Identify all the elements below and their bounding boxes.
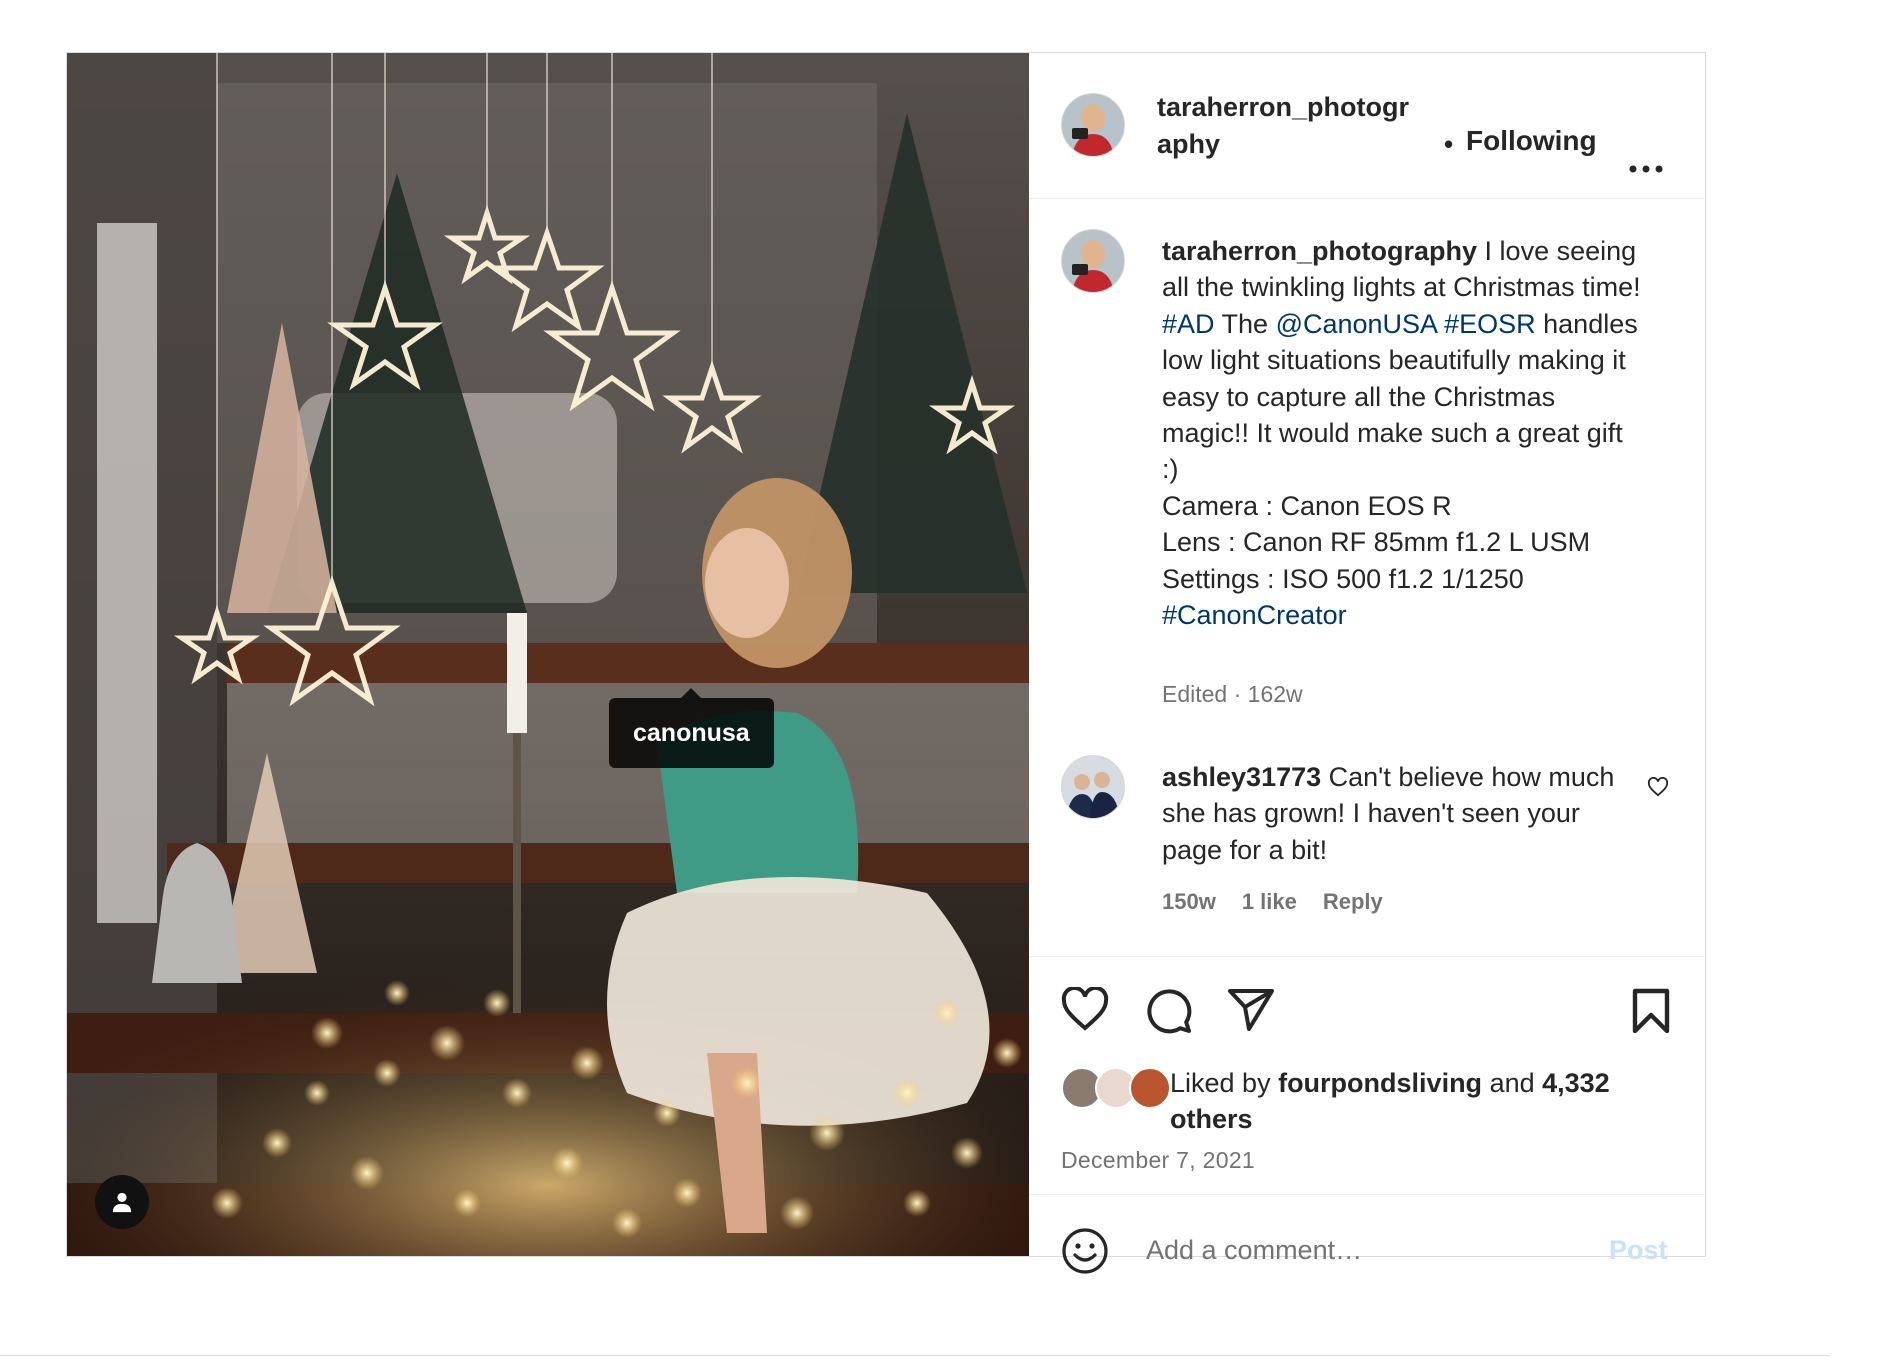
emoji-icon[interactable] [1061,1227,1109,1275]
save-bookmark-icon[interactable] [1631,987,1671,1035]
liker-avatar [1129,1067,1171,1109]
caption-text-3 [1437,309,1445,339]
caption-meta: Edited · 162w [1162,681,1303,707]
photo-scene [67,53,1029,1256]
caption-avatar-image [1062,230,1124,292]
comment-icon[interactable] [1145,987,1193,1035]
mention-canonusa[interactable]: @CanonUSA [1276,309,1437,339]
comment-meta: 150w 1 like Reply [1162,889,1409,915]
post-photo[interactable]: canonusa [67,53,1029,1256]
post-date[interactable]: December 7, 2021 [1061,1147,1255,1174]
hashtag-canoncreator[interactable]: #CanonCreator [1162,600,1347,630]
post-card: canonusa taraherron_photogr aphy • Follo… [66,52,1706,1275]
caption-username[interactable]: taraherron_photography [1162,236,1477,266]
commenter-avatar[interactable] [1061,755,1125,819]
post-comment-button[interactable]: Post [1609,1235,1668,1266]
post-header: taraherron_photogr aphy • Following [1029,53,1704,199]
hashtag-ad[interactable]: #AD [1162,309,1215,339]
comments-section[interactable]: taraherron_photography I love seeing all… [1029,199,1704,956]
liked-by-user[interactable]: fourpondsliving [1278,1068,1482,1098]
caption-lens: Lens : Canon RF 85mm f1.2 L USM [1162,527,1591,558]
author-avatar[interactable] [1061,93,1125,157]
post-side-panel: taraherron_photogr aphy • Following tara… [1029,53,1704,1275]
comment-text: ashley31773 Can't believe how much she h… [1162,759,1622,868]
caption-text-2: The [1214,308,1276,339]
caption-settings: Settings : ISO 500 f1.2 1/1250 [1162,563,1524,594]
author-username[interactable]: taraherron_photogr aphy [1157,89,1427,163]
caption-camera: Camera : Canon EOS R [1162,490,1452,521]
post-caption: taraherron_photography I love seeing all… [1162,233,1642,633]
post-actions: Liked by fourpondsliving and 4,332 other… [1029,956,1704,1197]
author-username-line2: aphy [1157,129,1221,159]
person-icon [112,1192,132,1213]
following-button[interactable]: Following [1466,125,1597,157]
comment-likes[interactable]: 1 like [1242,889,1297,914]
author-username-line1: taraherron_photogr [1157,92,1410,122]
comment-reply-button[interactable]: Reply [1323,889,1383,914]
comment-like-icon[interactable] [1647,777,1669,797]
separator-dot: • [1444,129,1454,159]
share-icon[interactable] [1227,987,1275,1031]
liked-middle: and [1482,1068,1543,1098]
commenter-username[interactable]: ashley31773 [1162,762,1321,792]
photo-user-tag[interactable]: canonusa [609,688,774,768]
caption-author-avatar[interactable] [1061,229,1125,293]
commenter-avatar-image [1062,756,1124,818]
liked-by-text: Liked by fourpondsliving and 4,332 other… [1170,1065,1670,1138]
more-options-icon[interactable] [1629,165,1663,173]
add-comment-bar: Post [1029,1194,1704,1275]
liked-by-avatars[interactable] [1061,1067,1173,1109]
author-avatar-image [1062,94,1124,156]
liked-prefix: Liked by [1170,1068,1279,1098]
page-divider [0,1355,1830,1356]
tagged-users-button[interactable] [95,1175,149,1229]
comment-input[interactable] [1144,1225,1588,1275]
like-heart-icon[interactable] [1061,987,1109,1031]
comment-age: 150w [1162,889,1216,914]
hashtag-eosr[interactable]: #EOSR [1444,309,1536,339]
